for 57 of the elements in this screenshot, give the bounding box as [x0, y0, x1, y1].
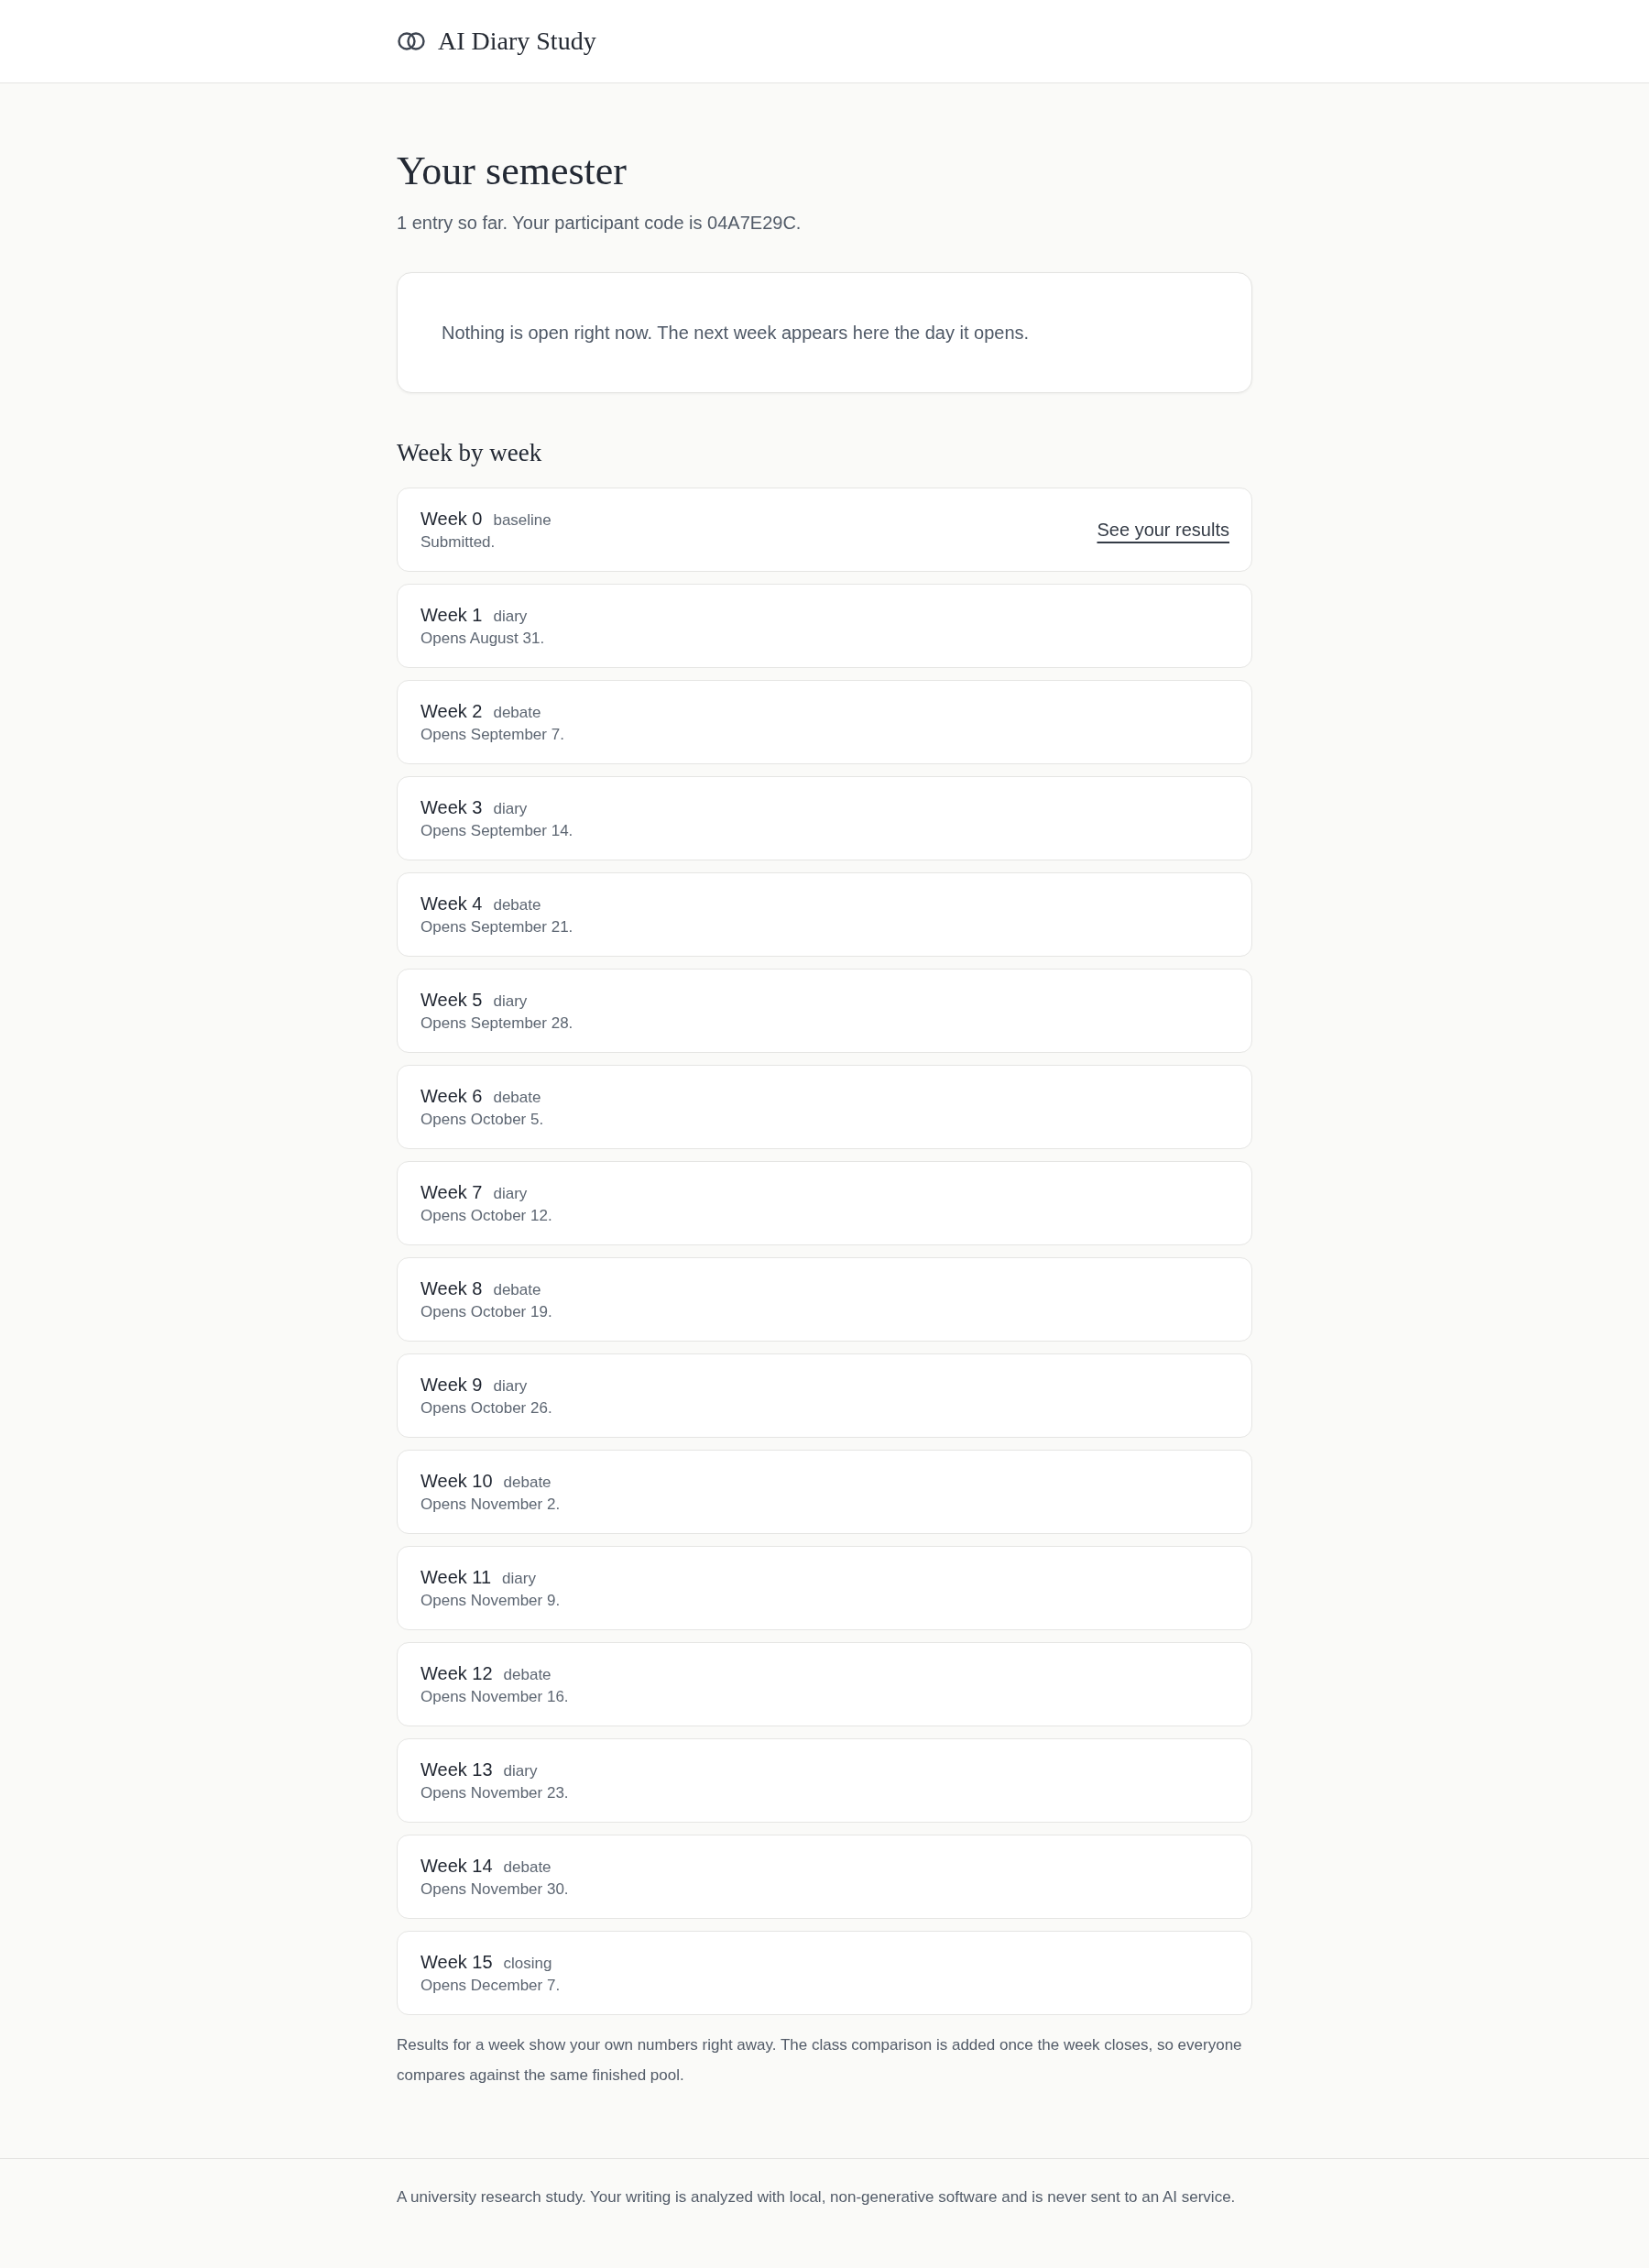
week-title: Week 9	[420, 1374, 483, 1396]
week-type: debate	[493, 1280, 541, 1299]
week-type: debate	[493, 895, 541, 915]
week-title: Week 15	[420, 1951, 493, 1973]
week-status: Opens October 19.	[420, 1302, 552, 1321]
week-title: Week 11	[420, 1566, 492, 1588]
week-status: Opens December 7.	[420, 1976, 561, 1995]
week-status: Opens November 23.	[420, 1783, 569, 1802]
week-status: Opens November 9.	[420, 1591, 561, 1610]
logo-icon	[397, 31, 426, 51]
week-title: Week 10	[420, 1470, 493, 1492]
week-title: Week 2	[420, 700, 483, 722]
week-title: Week 5	[420, 989, 483, 1011]
week-status: Opens October 5.	[420, 1110, 544, 1129]
week-status: Opens October 26.	[420, 1398, 552, 1418]
week-type: debate	[493, 1088, 541, 1107]
week-type: debate	[493, 703, 541, 722]
page-subtitle: 1 entry so far. Your participant code is 04A7E29C.	[397, 213, 803, 234]
week-status: Submitted.	[420, 532, 497, 552]
week-type: debate	[503, 1857, 551, 1877]
week-status: Opens November 2.	[420, 1495, 561, 1514]
week-status: Opens September 21.	[420, 917, 573, 937]
week-status: Opens September 28.	[420, 1013, 573, 1033]
week-title: Week 6	[420, 1085, 483, 1107]
week-type: baseline	[493, 510, 551, 530]
week-status: Opens October 12.	[420, 1206, 552, 1225]
week-type: diary	[502, 1569, 536, 1588]
week-title: Week 8	[420, 1277, 483, 1299]
results-note: Results for a week show your own numbers right away. The class comparison is added once the week closes, so everyone compares against the same finished pool.	[397, 2035, 1243, 2086]
week-status: Opens November 16.	[420, 1687, 569, 1706]
week-type: closing	[503, 1954, 552, 1973]
brand-name: AI Diary Study	[438, 27, 596, 56]
week-type: diary	[503, 1761, 538, 1780]
week-title: Week 0	[420, 508, 483, 530]
week-status: Opens September 14.	[420, 821, 573, 840]
week-type: debate	[503, 1665, 551, 1684]
week-title: Week 14	[420, 1855, 493, 1877]
week-type: diary	[493, 607, 528, 626]
week-type: diary	[493, 799, 528, 818]
notice-text: Nothing is open right now. The next week appears here the day it opens.	[442, 322, 1030, 344]
week-title: Week 4	[420, 893, 483, 915]
week-title: Week 1	[420, 604, 483, 626]
week-status: Opens August 31.	[420, 629, 545, 648]
week-title: Week 13	[420, 1759, 493, 1780]
week-type: diary	[493, 1376, 528, 1396]
week-type: diary	[493, 992, 528, 1011]
week-status: Opens September 7.	[420, 725, 564, 744]
footer-text: A university research study. Your writing is analyzed with local, non-generative software and is never sent to an AI service.	[397, 2187, 1237, 2208]
week-type: diary	[493, 1184, 528, 1203]
results-link[interactable]: See your results	[1097, 519, 1229, 541]
week-title: Week 7	[420, 1181, 483, 1203]
week-type: debate	[503, 1473, 551, 1492]
week-status: Opens November 30.	[420, 1879, 569, 1899]
week-title: Week 3	[420, 796, 483, 818]
page-title: Your semester	[397, 148, 628, 194]
week-title: Week 12	[420, 1662, 493, 1684]
section-heading: Week by week	[397, 439, 543, 467]
